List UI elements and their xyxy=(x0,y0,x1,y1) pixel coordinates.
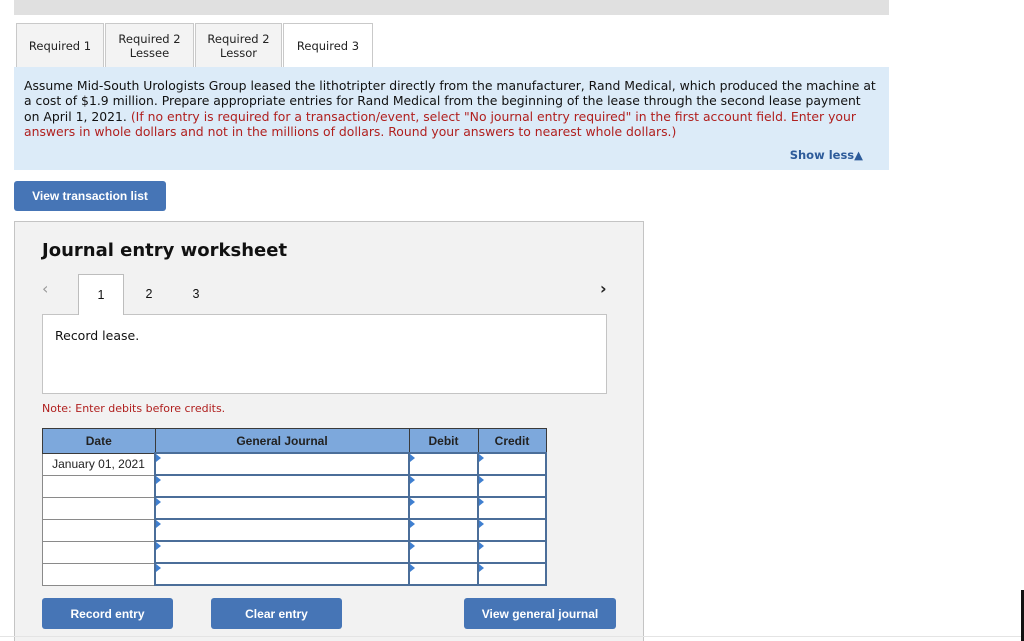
tab-required-3[interactable]: Required 3 xyxy=(283,23,373,68)
debit-input[interactable] xyxy=(408,540,479,564)
journal-table: Date General Journal Debit Credit Januar… xyxy=(42,428,547,586)
tab-required-2-lessee[interactable]: Required 2 Lessee xyxy=(105,23,194,67)
dropdown-marker-icon xyxy=(410,564,415,572)
account-input[interactable] xyxy=(154,518,410,542)
account-input[interactable] xyxy=(154,562,410,586)
table-row xyxy=(42,518,547,542)
date-cell xyxy=(42,562,156,586)
date-cell xyxy=(42,540,156,564)
tab-required-2-lessor[interactable]: Required 2 Lessor xyxy=(195,23,282,67)
instructions-note: (If no entry is required for a transacti… xyxy=(24,108,856,139)
dropdown-marker-icon xyxy=(410,542,415,550)
requirement-tabs: Required 1 Required 2 Lessee Required 2 Le… xyxy=(16,23,374,68)
credit-input[interactable] xyxy=(477,496,547,520)
dropdown-marker-icon xyxy=(479,498,484,506)
dropdown-marker-icon xyxy=(410,498,415,506)
date-cell xyxy=(42,474,156,498)
debit-input[interactable] xyxy=(408,496,479,520)
debit-input[interactable] xyxy=(408,474,479,498)
date-cell xyxy=(42,496,156,520)
dropdown-marker-icon xyxy=(156,542,161,550)
dropdown-marker-icon xyxy=(410,476,415,484)
triangle-up-icon: ▲ xyxy=(854,148,863,162)
credit-input[interactable] xyxy=(477,562,547,586)
credit-input[interactable] xyxy=(477,474,547,498)
tab-required-1[interactable]: Required 1 xyxy=(16,23,104,67)
column-header-credit: Credit xyxy=(477,428,547,454)
debits-note: Note: Enter debits before credits. xyxy=(42,402,226,415)
table-row xyxy=(42,540,547,564)
divider xyxy=(0,636,1024,637)
dropdown-marker-icon xyxy=(479,542,484,550)
show-less-link[interactable]: Show less▲ xyxy=(790,148,863,163)
chevron-left-icon[interactable]: ‹ xyxy=(42,279,48,298)
date-cell: January 01, 2021 xyxy=(42,452,156,476)
table-row xyxy=(42,474,547,498)
column-header-general-journal: General Journal xyxy=(154,428,410,454)
journal-entry-worksheet: Journal entry worksheet ‹ 1 2 3 › Record… xyxy=(14,221,644,641)
step-tab-2[interactable]: 2 xyxy=(126,274,172,314)
view-general-journal-button[interactable]: View general journal xyxy=(464,598,616,629)
step-tab-1[interactable]: 1 xyxy=(78,274,124,315)
account-input[interactable] xyxy=(154,540,410,564)
dropdown-marker-icon xyxy=(156,454,161,462)
table-row: January 01, 2021 xyxy=(42,452,547,476)
credit-input[interactable] xyxy=(477,540,547,564)
table-row xyxy=(42,562,547,586)
dropdown-marker-icon xyxy=(156,564,161,572)
column-header-date: Date xyxy=(42,428,156,454)
debit-input[interactable] xyxy=(408,518,479,542)
instructions-panel: Assume Mid-South Urologists Group leased… xyxy=(14,67,889,170)
dropdown-marker-icon xyxy=(156,476,161,484)
dropdown-marker-icon xyxy=(410,520,415,528)
dropdown-marker-icon xyxy=(479,476,484,484)
dropdown-marker-icon xyxy=(479,520,484,528)
entry-description: Record lease. xyxy=(42,314,607,394)
dropdown-marker-icon xyxy=(479,454,484,462)
dropdown-marker-icon xyxy=(156,520,161,528)
column-header-debit: Debit xyxy=(408,428,479,454)
credit-input[interactable] xyxy=(477,518,547,542)
dropdown-marker-icon xyxy=(156,498,161,506)
step-tab-3[interactable]: 3 xyxy=(173,274,219,314)
account-input[interactable] xyxy=(154,452,410,476)
date-cell xyxy=(42,518,156,542)
chevron-right-icon[interactable]: › xyxy=(600,279,607,298)
debit-input[interactable] xyxy=(408,562,479,586)
view-transaction-list-button[interactable]: View transaction list xyxy=(14,181,166,211)
clear-entry-button[interactable]: Clear entry xyxy=(211,598,342,629)
account-input[interactable] xyxy=(154,474,410,498)
debit-input[interactable] xyxy=(408,452,479,476)
record-entry-button[interactable]: Record entry xyxy=(42,598,173,629)
table-header-row: Date General Journal Debit Credit xyxy=(42,428,547,454)
worksheet-title: Journal entry worksheet xyxy=(42,240,288,261)
dropdown-marker-icon xyxy=(410,454,415,462)
account-input[interactable] xyxy=(154,496,410,520)
top-bar xyxy=(14,0,889,15)
dropdown-marker-icon xyxy=(479,564,484,572)
table-row xyxy=(42,496,547,520)
credit-input[interactable] xyxy=(477,452,547,476)
